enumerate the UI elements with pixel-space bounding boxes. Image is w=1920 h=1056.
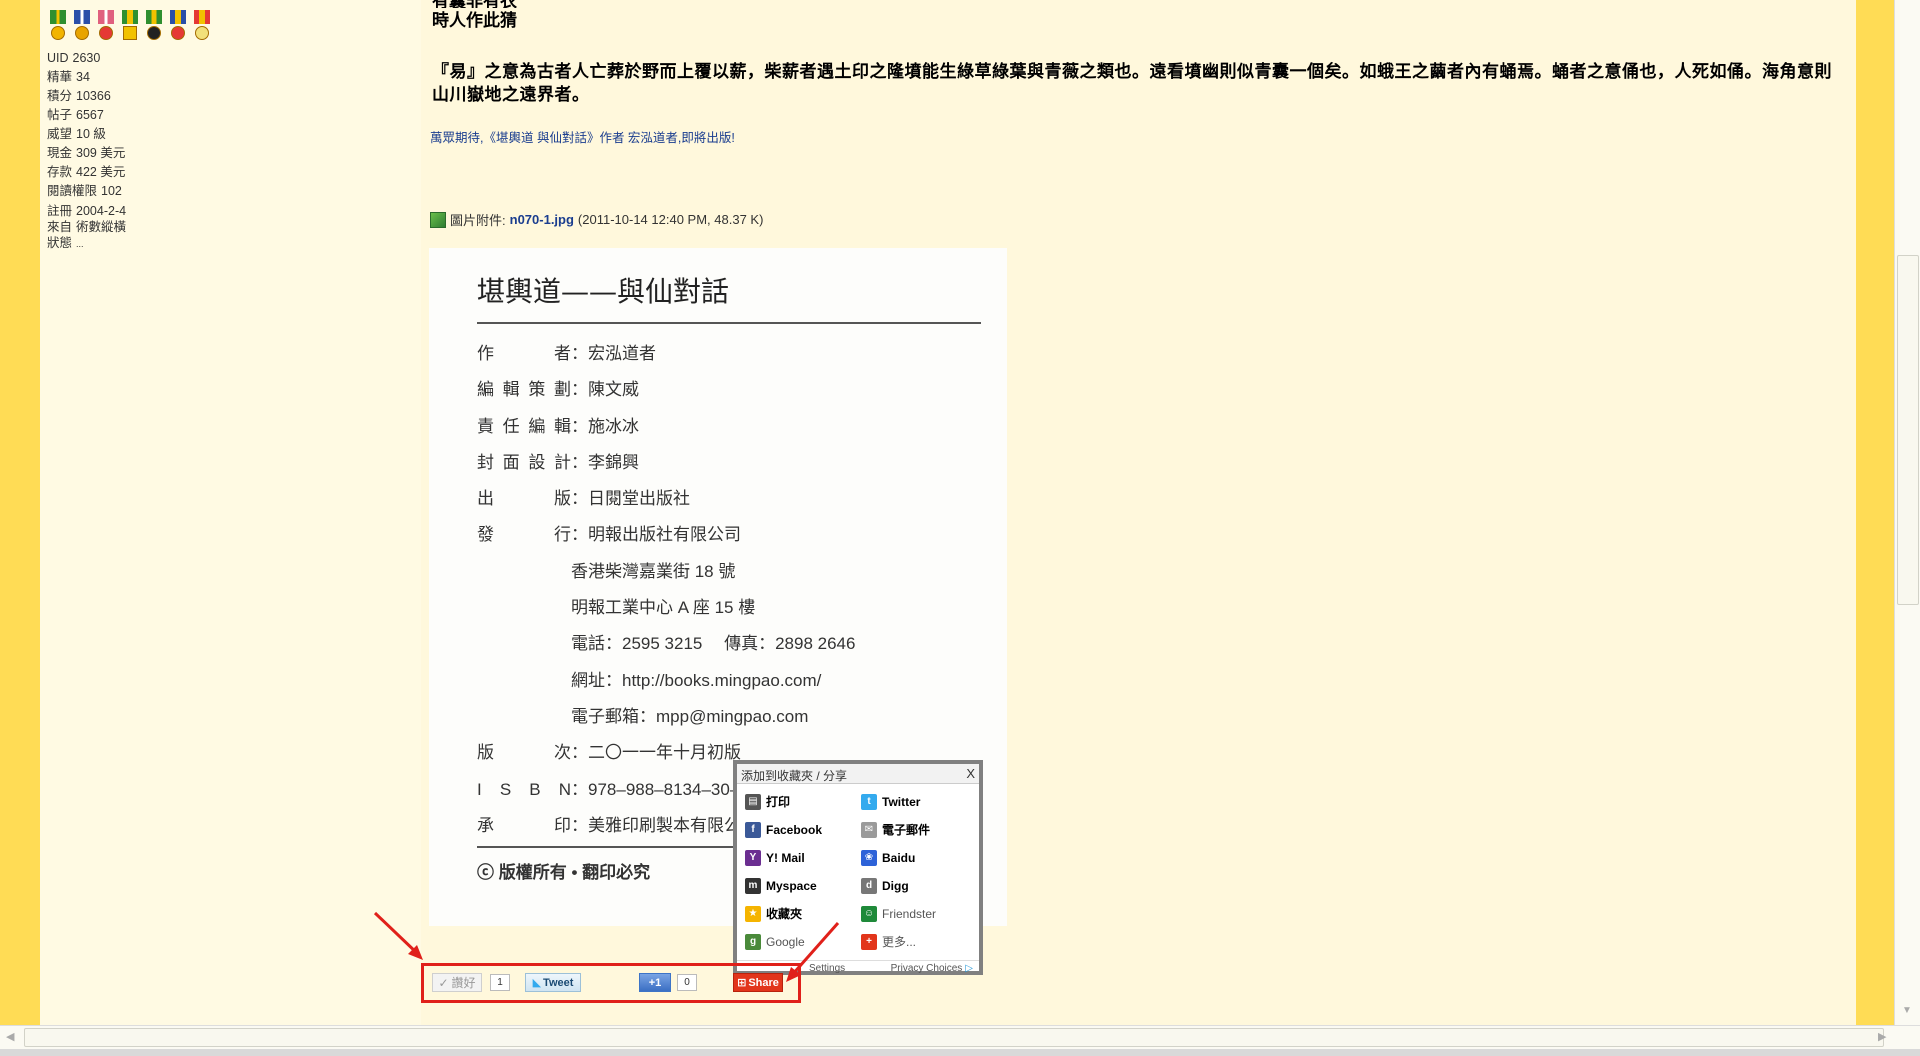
- address-line: 香港柴灣嘉業街 18 號: [571, 561, 736, 581]
- stat-read-permission: 閱讀權限 102: [47, 184, 122, 198]
- medal-icon: [47, 10, 69, 42]
- share-item-label: 電子郵件: [882, 823, 931, 837]
- status-strip: [0, 1049, 1920, 1056]
- attachment-meta: (2011-10-14 12:40 PM, 48.37 K): [577, 212, 764, 227]
- share-item-google[interactable]: g Google: [745, 932, 861, 951]
- stat-uid: UID 2630: [47, 51, 101, 65]
- share-popup-header: 添加到收藏夾 / 分享 X: [737, 764, 979, 784]
- baidu-icon: ❀: [861, 849, 877, 866]
- medal-icon: [71, 10, 93, 42]
- stat-deposit: 存款 422 美元: [47, 165, 126, 179]
- share-item-baidu[interactable]: ❀ Baidu: [861, 848, 975, 867]
- share-item-label: Twitter: [882, 794, 921, 809]
- printer-icon: ▤: [745, 793, 761, 810]
- credit-row: 出 版：日閱堂出版社: [477, 489, 690, 509]
- address-line: 網址：http://books.mingpao.com/: [571, 670, 822, 690]
- share-item-twitter[interactable]: t Twitter: [861, 792, 975, 811]
- share-item-digg[interactable]: d Digg: [861, 876, 975, 895]
- more-plus-icon: +: [861, 933, 877, 950]
- share-item-label: Facebook: [766, 822, 823, 837]
- credit-row: 編輯策劃 ：陳文威: [477, 380, 639, 400]
- scroll-down-arrow-icon[interactable]: ▼: [1902, 1005, 1912, 1016]
- medal-icon: [119, 10, 141, 42]
- medal-icon: [167, 10, 189, 42]
- divider: [477, 322, 981, 324]
- share-item-label: Google: [766, 934, 805, 949]
- credit-row: 發 行：明報出版社有限公司: [477, 525, 741, 545]
- post-poem: 有囊非有衣 時人作此猜: [432, 0, 517, 32]
- scroll-left-arrow-icon[interactable]: ◀: [6, 1030, 14, 1043]
- attachment-prefix: 圖片附件:: [450, 213, 506, 228]
- stat-registered: 註冊 2004-2-4: [47, 204, 127, 218]
- stat-points: 積分 10366: [47, 89, 111, 103]
- horizontal-scrollbar[interactable]: ◀ ▶: [0, 1025, 1920, 1049]
- share-item-email[interactable]: ✉ 電子郵件: [861, 820, 975, 839]
- announcement-link[interactable]: 萬眾期待,《堪輿道 與仙對話》作者 宏泓道者,即將出版!: [430, 127, 735, 146]
- credit-row: 責任編輯 ：施冰冰: [477, 416, 639, 436]
- digg-icon: d: [861, 877, 877, 894]
- share-item-friendster[interactable]: ☺ Friendster: [861, 904, 975, 923]
- poem-line: 有囊非有衣: [432, 0, 517, 8]
- poem-line: 時人作此猜: [432, 11, 517, 31]
- stat-prestige: 威望 10 級: [47, 127, 106, 141]
- google-icon: g: [745, 933, 761, 950]
- address-line: 電子郵箱：mpp@mingpao.com: [571, 706, 809, 726]
- share-item-printer[interactable]: ▤ 打印: [745, 792, 861, 811]
- stat-from: 來自 術數縱橫: [47, 220, 127, 234]
- post-paragraph: 『易』之意為古者人亡葬於野而上覆以薪，柴薪者遇土印之隆墳能生綠草綠葉與青薇之類也…: [432, 62, 1832, 105]
- image-attachment-info: 圖片附件: n070-1.jpg (2011-10-14 12:40 PM, 4…: [430, 210, 763, 229]
- book-title: 堪輿道——與仙對話: [477, 275, 730, 308]
- attachment-filename-link[interactable]: n070-1.jpg: [510, 212, 574, 227]
- share-item-yahoo-mail[interactable]: Y Y! Mail: [745, 848, 861, 867]
- close-icon[interactable]: X: [966, 766, 975, 781]
- privacy-choices-link[interactable]: Privacy Choices ▷: [891, 963, 973, 974]
- twitter-icon: t: [861, 793, 877, 810]
- favorites-icon: ★: [745, 905, 761, 922]
- share-item-label: Digg: [882, 878, 909, 893]
- scroll-right-arrow-icon[interactable]: ▶: [1878, 1030, 1886, 1043]
- credit-row: 作 者：宏泓道者: [477, 344, 656, 363]
- stat-posts: 帖子 6567: [47, 108, 104, 122]
- friendster-icon: ☺: [861, 905, 877, 922]
- share-item-favorites[interactable]: ★ 收藏夾: [745, 904, 861, 923]
- stat-cash: 現金 309 美元: [47, 146, 126, 160]
- right-border: [1856, 0, 1894, 1025]
- stat-digest: 精華 34: [47, 70, 90, 84]
- book-copyright: ⓒ 版權所有 • 翻印必究: [477, 863, 651, 882]
- share-item-label: 收藏夾: [766, 907, 803, 921]
- share-item-label: Myspace: [766, 878, 817, 893]
- share-item-label: Friendster: [882, 906, 937, 921]
- image-attachment-icon: [430, 211, 446, 228]
- left-border: [0, 0, 40, 1025]
- share-item-facebook[interactable]: f Facebook: [745, 820, 861, 839]
- privacy-play-icon: ▷: [965, 962, 973, 974]
- medal-row: [47, 10, 213, 42]
- medal-icon: [95, 10, 117, 42]
- share-item-label: 更多...: [882, 935, 917, 949]
- settings-link[interactable]: Settings: [809, 963, 845, 974]
- share-popup-title: 添加到收藏夾 / 分享: [741, 769, 848, 783]
- email-icon: ✉: [861, 821, 877, 838]
- annotation-highlight-box: [421, 963, 801, 1003]
- share-services-grid: ▤ 打印 t Twitter f Facebook ✉ 電子郵件 Y Y! Mail ❀ Baidu m…: [745, 792, 975, 951]
- address-line: 電話：2595 3215 傳真：2898 2646: [571, 634, 856, 654]
- stat-status: 狀態...: [47, 236, 84, 250]
- vertical-scroll-thumb[interactable]: [1897, 255, 1919, 605]
- author-stats: UID 2630 精華 34 積分 10366 帖子 6567 威望 10 級 現金 309…: [47, 49, 130, 252]
- share-item-label: 打印: [766, 795, 791, 809]
- share-popup: 添加到收藏夾 / 分享 X ▤ 打印 t Twitter f Facebook ✉ 電子郵件 Y…: [733, 760, 983, 975]
- facebook-icon: f: [745, 821, 761, 838]
- medal-icon: [191, 10, 213, 42]
- share-item-label: Y! Mail: [766, 850, 805, 865]
- yahoo-mail-icon: Y: [745, 849, 761, 866]
- share-item-myspace[interactable]: m Myspace: [745, 876, 861, 895]
- horizontal-scroll-thumb[interactable]: [24, 1028, 1884, 1047]
- credit-row: 封面設計 ：李錦興: [477, 452, 639, 472]
- address-line: 明報工業中心 A 座 15 樓: [571, 598, 756, 618]
- medal-icon: [143, 10, 165, 42]
- vertical-scrollbar[interactable]: ▼: [1894, 0, 1920, 1025]
- share-item-more-plus[interactable]: + 更多...: [861, 932, 975, 951]
- myspace-icon: m: [745, 877, 761, 894]
- share-item-label: Baidu: [882, 850, 916, 865]
